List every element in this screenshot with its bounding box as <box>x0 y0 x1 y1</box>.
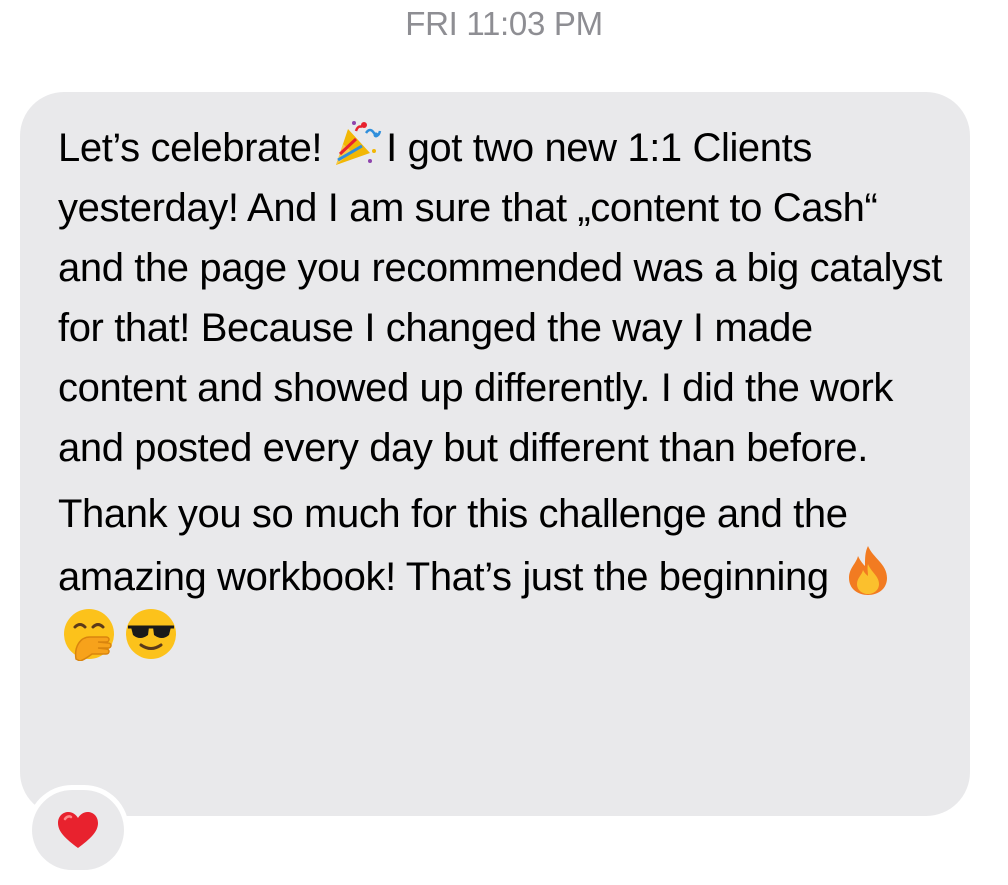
message-paragraph-2: Thank you so much for this challenge and… <box>58 484 942 672</box>
message-text-intro: Let’s celebrate! <box>58 126 323 170</box>
message-text-closing: Thank you so much for this challenge and… <box>58 492 848 599</box>
party-popper-icon <box>326 119 382 167</box>
red-heart-icon <box>56 810 100 850</box>
message-bubble[interactable]: Let’s celebrate! I got two new 1:1 Clien… <box>20 92 970 816</box>
hand-over-mouth-face-icon <box>62 607 116 661</box>
fire-icon <box>843 544 893 596</box>
reaction-badge[interactable] <box>32 790 124 870</box>
message-text-body: I got two new 1:1 Clients yesterday! And… <box>58 126 942 470</box>
sunglasses-face-icon <box>124 607 178 661</box>
message-paragraph-1: Let’s celebrate! I got two new 1:1 Clien… <box>58 118 942 478</box>
message-timestamp: FRI 11:03 PM <box>405 5 603 42</box>
